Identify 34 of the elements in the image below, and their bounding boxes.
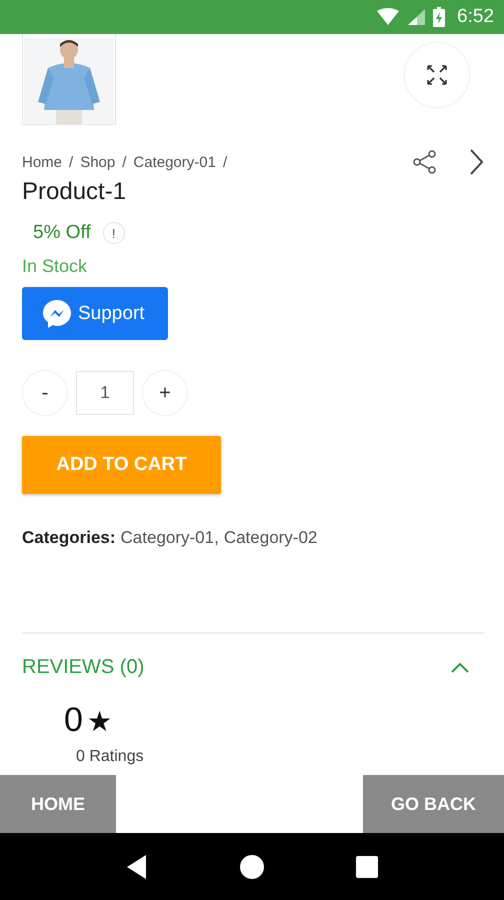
plus-button[interactable]: + <box>142 370 188 416</box>
support-button[interactable]: Support <box>22 287 168 340</box>
breadcrumb-separator: / <box>122 154 126 170</box>
breadcrumb-link[interactable]: Shop <box>80 154 116 170</box>
breadcrumb-link[interactable]: Home <box>22 154 62 170</box>
breadcrumb-separator: / <box>222 154 228 170</box>
discount-label: 5% Off <box>33 222 91 244</box>
float-button[interactable]: HOME <box>0 775 116 833</box>
minus-button[interactable]: - <box>22 370 68 416</box>
home-icon[interactable] <box>240 854 264 878</box>
star-icon: ★ <box>86 705 112 738</box>
categories-label: Categories: <box>22 528 116 548</box>
float-button[interactable]: GO BACK <box>363 775 504 833</box>
quantity-field[interactable]: 1 <box>76 371 134 415</box>
expand-icon <box>426 64 448 86</box>
signal-icon <box>407 8 426 26</box>
messenger-icon <box>42 298 72 328</box>
share-icon[interactable] <box>412 149 438 175</box>
recents-icon[interactable] <box>356 856 378 878</box>
category-link[interactable]: Category-01 <box>120 528 214 547</box>
info-icon[interactable]: ! <box>102 222 125 244</box>
breadcrumb-separator: / <box>69 154 74 170</box>
list-separator: , <box>214 528 219 547</box>
wifi-icon <box>377 8 400 26</box>
back-icon[interactable] <box>126 854 148 880</box>
stock-status: In Stock <box>22 256 88 277</box>
category-link[interactable]: Category-02 <box>224 528 318 547</box>
clock-time: 6:52 <box>457 6 494 28</box>
rating-value: 0 <box>64 701 83 740</box>
chevron-right-icon[interactable] <box>468 148 484 176</box>
battery-icon <box>433 7 446 27</box>
ratings-count: 0 Ratings <box>76 748 145 766</box>
breadcrumb-link[interactable]: Category-01 <box>133 154 216 170</box>
product-title: Product-1 <box>22 177 128 207</box>
